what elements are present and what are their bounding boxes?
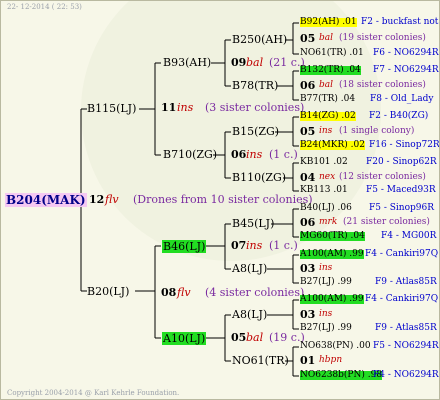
- leaf-bot-code: F8 - Old_Lady: [370, 94, 434, 104]
- level2-d-queen[interactable]: A10(LJ): [162, 332, 207, 345]
- leaf-bot-queen[interactable]: B27(LJ) .99: [300, 324, 352, 333]
- leaf-top-queen[interactable]: KB101 .02: [300, 158, 348, 167]
- leaf-mid-tag: nex: [319, 172, 336, 182]
- leaf-mid-num: 05: [300, 32, 316, 45]
- leaf-top-queen[interactable]: B132(TR) .04: [300, 66, 361, 75]
- leaf-mid-note: (21 sister colonies): [343, 217, 430, 227]
- level3-c1-queen[interactable]: B45(LJ): [232, 218, 274, 229]
- leaf-top-queen[interactable]: A100(AM) .99: [300, 250, 364, 259]
- pedigree-panel: 22- 12-2014 ( 22: 53) B204(MAK) 12 flv (…: [0, 0, 440, 400]
- leaf-bot-code: F4 - NO6294R: [373, 370, 439, 380]
- leaf-mid-tag: ins: [319, 263, 333, 273]
- leaf-mid-num: 04: [300, 171, 316, 184]
- leaf-top-code: F20 - Sinop62R: [366, 157, 437, 167]
- leaf-bot-queen[interactable]: KB113 .01: [300, 186, 348, 195]
- leaf-mid-tag: bal: [319, 80, 334, 90]
- level1-lower-queen[interactable]: B20(LJ): [87, 286, 129, 297]
- level2-c-num: 07: [231, 239, 247, 252]
- leaf-bot-queen[interactable]: NO6238b(PN) .98: [300, 371, 383, 380]
- leaf-bot-code: F9 - Atlas85R: [375, 277, 437, 287]
- leaf-mid-num: 06: [300, 79, 316, 92]
- root-queen[interactable]: B204(MAK): [5, 193, 87, 207]
- root-num: 12: [89, 193, 105, 206]
- level1-lower-num: 08: [161, 286, 177, 299]
- level3-a1-queen[interactable]: B250(AH): [232, 34, 287, 45]
- leaf-mid-num: 05: [300, 125, 316, 138]
- level3-a2-queen[interactable]: B78(TR): [232, 80, 278, 91]
- level2-d-tag: bal: [246, 331, 264, 344]
- leaf-bot-queen[interactable]: B24(MKR) .02: [300, 141, 365, 150]
- leaf-mid-num: 01: [300, 354, 316, 367]
- leaf-bot-queen[interactable]: MG60(TR) .04: [300, 232, 365, 241]
- leaf-mid-note: (12 sister colonies): [339, 172, 426, 182]
- leaf-top-code: F2 - buckfast not: [361, 17, 439, 27]
- footer-copyright: Copyright 2004-2014 @ Karl Kehrle Founda…: [7, 389, 180, 397]
- leaf-top-code: F7 - NO6294R: [373, 65, 439, 75]
- leaf-mid-tag: hbpn: [319, 355, 343, 365]
- level2-c-queen[interactable]: B46(LJ): [162, 240, 207, 253]
- leaf-bot-code: F16 - Sinop72R: [369, 140, 440, 150]
- level2-c-tag: ins: [246, 239, 263, 252]
- root-note: (Drones from 10 sister colonies): [133, 193, 313, 206]
- leaf-top-queen[interactable]: B14(ZG) .02: [300, 112, 356, 121]
- leaf-mid-note: (1 single colony): [339, 126, 415, 136]
- leaf-mid-tag: ins: [319, 126, 333, 136]
- level2-d-num: 05: [231, 331, 247, 344]
- level3-d1-queen[interactable]: A8(LJ): [232, 309, 267, 320]
- leaf-bot-queen[interactable]: B77(TR) .04: [300, 95, 355, 104]
- level2-b-tag: ins: [246, 148, 263, 161]
- level2-b-num: 06: [231, 148, 247, 161]
- level1-upper-note: (3 sister colonies): [205, 101, 305, 114]
- level1-lower-tag: flv: [177, 286, 191, 299]
- level1-upper-tag: ins: [177, 101, 194, 114]
- level3-b1-queen[interactable]: B15(ZG): [232, 126, 279, 137]
- leaf-mid-num: 03: [300, 262, 316, 275]
- level3-b2-queen[interactable]: B110(ZG): [232, 172, 286, 183]
- leaf-top-code: F5 - NO6294R: [373, 341, 439, 351]
- level3-c2-queen[interactable]: A8(LJ): [232, 263, 267, 274]
- report-date: 22- 12-2014 ( 22: 53): [7, 3, 82, 11]
- level1-upper-num: 11: [161, 101, 177, 114]
- leaf-top-code: F4 - Cankiri97Q: [365, 249, 439, 259]
- leaf-mid-note: (19 sister colonies): [339, 33, 426, 43]
- leaf-top-code: F2 - B40(ZG): [369, 111, 429, 121]
- leaf-top-queen[interactable]: NO638(PN) .00: [300, 342, 371, 351]
- leaf-bot-code: F5 - Maced93R: [366, 185, 436, 195]
- level2-a-tag: bal: [246, 56, 264, 69]
- leaf-mid-note: (18 sister colonies): [339, 80, 426, 90]
- leaf-top-queen[interactable]: A100(AM) .99: [300, 295, 364, 304]
- leaf-bot-code: F9 - Atlas85R: [375, 323, 437, 333]
- level2-b-queen[interactable]: B710(ZG): [163, 149, 217, 160]
- leaf-bot-queen[interactable]: B27(LJ) .99: [300, 278, 352, 287]
- level3-d2-queen[interactable]: NO61(TR): [232, 355, 289, 366]
- leaf-mid-tag: mrk: [319, 217, 338, 227]
- root-tag: flv: [105, 193, 119, 206]
- level2-a-queen[interactable]: B93(AH): [163, 57, 211, 68]
- leaf-mid-tag: bal: [319, 33, 334, 43]
- level2-a-num: 09: [231, 56, 247, 69]
- leaf-top-code: F4 - Cankiri97Q: [365, 294, 439, 304]
- level2-b-note: (1 c.): [269, 148, 298, 161]
- leaf-bot-code: F6 - NO6294R: [373, 48, 439, 58]
- level2-c-note: (1 c.): [269, 239, 298, 252]
- leaf-bot-code: F4 - MG00R: [381, 231, 437, 241]
- leaf-bot-queen[interactable]: NO61(TR) .01: [300, 49, 364, 58]
- leaf-mid-num: 06: [300, 216, 316, 229]
- leaf-top-code: F5 - Sinop96R: [369, 203, 434, 213]
- leaf-top-queen[interactable]: B92(AH) .01: [300, 18, 357, 27]
- level1-upper-queen[interactable]: B115(LJ): [87, 103, 136, 114]
- level1-lower-note: (4 sister colonies): [205, 286, 305, 299]
- leaf-mid-tag: ins: [319, 309, 333, 319]
- leaf-mid-num: 03: [300, 308, 316, 321]
- leaf-top-queen[interactable]: B40(LJ) .06: [300, 204, 352, 213]
